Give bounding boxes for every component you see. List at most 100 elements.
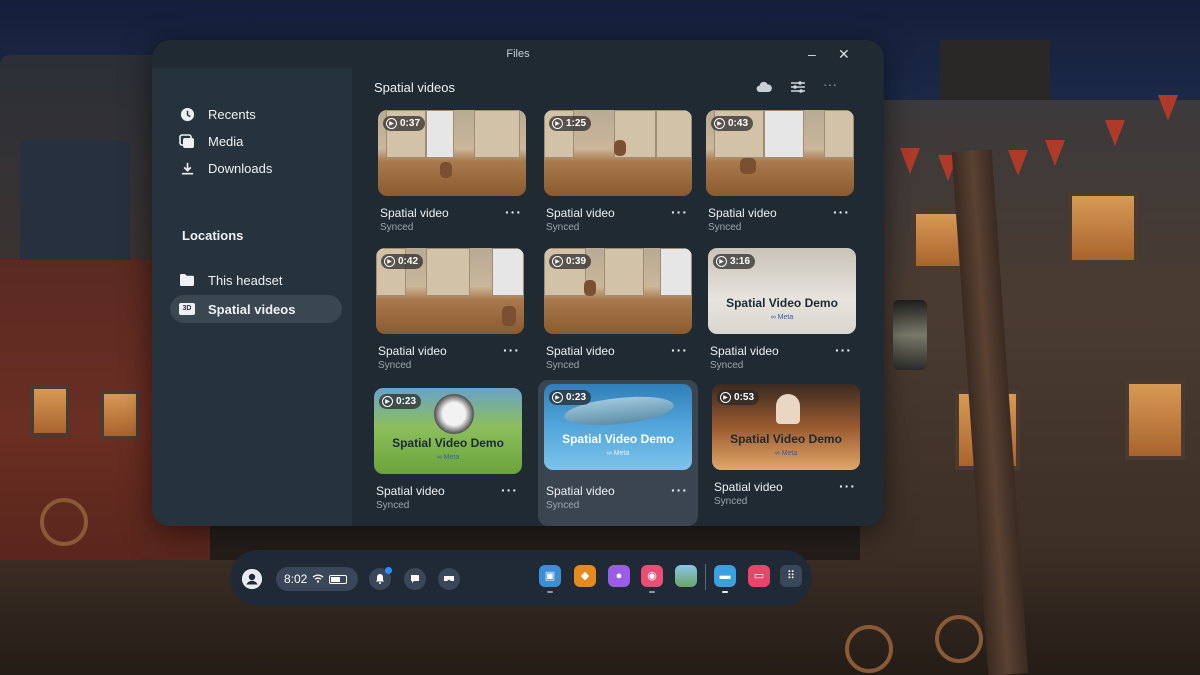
card-more-button[interactable]: ··· xyxy=(671,204,688,220)
play-icon: ▶ xyxy=(552,392,563,403)
video-thumbnail: ▶ 0:37 xyxy=(378,110,526,196)
people-app-icon[interactable]: ● xyxy=(608,565,630,587)
card-more-button[interactable]: ··· xyxy=(835,342,852,358)
taskbar-divider xyxy=(705,564,706,590)
clock-icon xyxy=(172,107,202,122)
files-window: Files – ✕ Recents Media Downloads Locati… xyxy=(152,40,884,526)
locations-heading: Locations xyxy=(182,228,244,243)
media-icon xyxy=(172,133,202,149)
meta-logo: ∞ Meta xyxy=(436,454,460,461)
background-bunting xyxy=(1008,150,1028,176)
chat-button[interactable] xyxy=(404,568,426,590)
duration-badge: ▶ 3:16 xyxy=(713,254,756,269)
video-card[interactable]: Spatial Video Demo ∞ Meta ▶ 3:16 Spatial … xyxy=(702,244,862,384)
sync-status: Synced xyxy=(546,222,580,233)
video-card[interactable]: ▶ 0:42 Spatial video Synced ··· xyxy=(370,244,530,384)
camera-app-icon[interactable]: ◉ xyxy=(641,565,663,587)
video-thumbnail: ▶ 0:43 xyxy=(706,110,854,196)
demo-title: Spatial Video Demo xyxy=(730,432,842,446)
close-button[interactable]: ✕ xyxy=(838,46,850,63)
video-thumbnail: Spatial Video Demo ∞ Meta ▶ 3:16 xyxy=(708,248,856,334)
video-card-selected[interactable]: Spatial Video Demo ∞ Meta ▶ 0:23 Spatial … xyxy=(538,380,698,526)
window-titlebar[interactable]: Files – ✕ xyxy=(152,40,884,68)
background-water-tower xyxy=(20,140,130,270)
sidebar-item-label: Media xyxy=(208,133,244,149)
chat-icon xyxy=(410,575,420,587)
video-name: Spatial video xyxy=(714,480,783,494)
duration-badge: ▶ 0:23 xyxy=(549,390,592,405)
quick-settings-status[interactable]: 8:02 xyxy=(276,567,358,591)
video-thumbnail: ▶ 1:25 xyxy=(544,110,692,196)
duration-badge: ▶ 1:25 xyxy=(549,116,592,131)
sync-status: Synced xyxy=(378,360,412,371)
files-app-icon[interactable]: ▬ xyxy=(714,565,736,587)
sync-status: Synced xyxy=(380,222,414,233)
sidebar: Recents Media Downloads Locations This h… xyxy=(152,68,352,526)
demo-title: Spatial Video Demo xyxy=(726,296,838,310)
window-title: Files xyxy=(506,48,530,60)
sidebar-item-label: Downloads xyxy=(208,160,273,176)
video-name: Spatial video xyxy=(546,206,615,220)
3d-icon: 3D xyxy=(172,303,202,315)
shop-app-icon[interactable]: ◆ xyxy=(574,565,596,587)
duration-badge: ▶ 0:23 xyxy=(379,394,422,409)
demo-title: Spatial Video Demo xyxy=(562,432,674,446)
background-window xyxy=(100,390,140,440)
folder-icon xyxy=(172,273,202,287)
tv-app-icon[interactable]: ▭ xyxy=(748,565,770,587)
play-icon: ▶ xyxy=(714,118,725,129)
video-name: Spatial video xyxy=(380,206,449,220)
sidebar-item-this-headset[interactable]: This headset xyxy=(170,266,342,294)
video-name: Spatial video xyxy=(376,484,445,498)
photos-app-icon[interactable] xyxy=(675,565,697,587)
cloud-icon[interactable] xyxy=(756,80,772,96)
notifications-button[interactable] xyxy=(369,567,392,590)
play-icon: ▶ xyxy=(720,392,731,403)
video-card[interactable]: Spatial Video Demo ∞ Meta ▶ 0:23 Spatial … xyxy=(368,384,528,524)
video-card[interactable]: Spatial Video Demo ∞ Meta ▶ 0:53 Spatial … xyxy=(706,380,866,520)
sync-status: Synced xyxy=(710,360,744,371)
wifi-icon xyxy=(312,572,324,586)
vr-headset-icon xyxy=(443,575,455,586)
card-more-button[interactable]: ··· xyxy=(501,482,518,498)
card-more-button[interactable]: ··· xyxy=(671,482,688,498)
background-window xyxy=(30,385,70,437)
sync-status: Synced xyxy=(376,500,410,511)
sync-status: Synced xyxy=(714,496,748,507)
play-icon: ▶ xyxy=(552,256,563,267)
sidebar-item-label: Spatial videos xyxy=(208,301,296,317)
video-name: Spatial video xyxy=(546,484,615,498)
profile-avatar-icon[interactable] xyxy=(242,569,262,589)
sync-status: Synced xyxy=(546,500,580,511)
meta-logo: ∞ Meta xyxy=(770,314,794,321)
app-library-icon[interactable]: ⠿ xyxy=(780,565,802,587)
minimize-button[interactable]: – xyxy=(808,46,816,62)
play-icon: ▶ xyxy=(384,256,395,267)
duration-badge: ▶ 0:42 xyxy=(381,254,424,269)
sidebar-item-media[interactable]: Media xyxy=(170,127,342,155)
video-name: Spatial video xyxy=(708,206,777,220)
filter-icon[interactable] xyxy=(790,80,806,97)
card-more-button[interactable]: ··· xyxy=(505,204,522,220)
sidebar-item-downloads[interactable]: Downloads xyxy=(170,154,342,182)
store-app-icon[interactable]: ▣ xyxy=(539,565,561,587)
video-card[interactable]: ▶ 0:39 Spatial video Synced ··· xyxy=(538,244,698,384)
video-card[interactable]: ▶ 0:43 Spatial video Synced ··· xyxy=(700,106,860,246)
sidebar-item-recents[interactable]: Recents xyxy=(170,100,342,128)
duration-badge: ▶ 0:43 xyxy=(711,116,754,131)
card-more-button[interactable]: ··· xyxy=(839,478,856,494)
sidebar-item-label: This headset xyxy=(208,272,283,288)
card-more-button[interactable]: ··· xyxy=(503,342,520,358)
sidebar-item-spatial-videos[interactable]: 3D Spatial videos xyxy=(170,295,342,323)
video-card[interactable]: ▶ 1:25 Spatial video Synced ··· xyxy=(538,106,698,246)
sync-status: Synced xyxy=(708,222,742,233)
headset-view-button[interactable] xyxy=(438,568,460,590)
video-card[interactable]: ▶ 0:37 Spatial video Synced ··· xyxy=(372,106,532,246)
video-thumbnail: Spatial Video Demo ∞ Meta ▶ 0:53 xyxy=(712,384,860,470)
main-content: Spatial videos ··· ▶ 0:37 Spatial video S… xyxy=(352,68,884,526)
background-window xyxy=(1125,380,1185,460)
card-more-button[interactable]: ··· xyxy=(833,204,850,220)
duration-badge: ▶ 0:53 xyxy=(717,390,760,405)
card-more-button[interactable]: ··· xyxy=(671,342,688,358)
more-options-icon[interactable]: ··· xyxy=(823,76,837,92)
